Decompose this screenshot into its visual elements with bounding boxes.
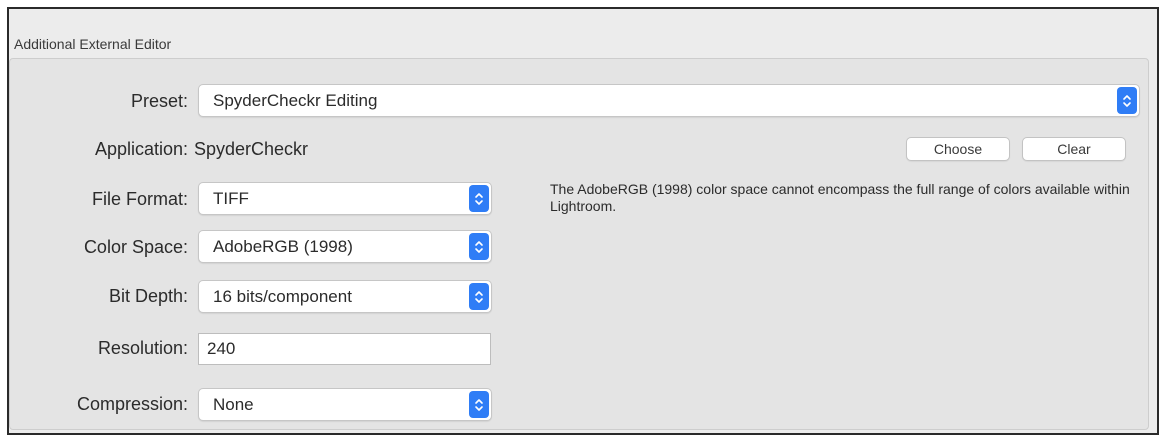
compression-label: Compression: bbox=[76, 394, 188, 414]
resolution-label: Resolution: bbox=[97, 338, 188, 358]
color-space-warning: The AdobeRGB (1998) color space cannot e… bbox=[550, 181, 1130, 214]
up-down-chevron-icon bbox=[469, 185, 489, 212]
choose-button[interactable]: Choose bbox=[906, 137, 1010, 161]
compression-value: None bbox=[213, 394, 254, 414]
up-down-chevron-icon bbox=[1117, 87, 1137, 114]
preset-value: SpyderCheckr Editing bbox=[213, 90, 378, 110]
group-title: Additional External Editor bbox=[14, 36, 172, 52]
bit-depth-popup[interactable]: 16 bits/component bbox=[198, 280, 492, 313]
color-space-popup[interactable]: AdobeRGB (1998) bbox=[198, 230, 492, 263]
application-value: SpyderCheckr bbox=[194, 139, 309, 159]
application-label: Application: bbox=[94, 139, 188, 159]
up-down-chevron-icon bbox=[469, 283, 489, 310]
resolution-field[interactable] bbox=[198, 333, 491, 365]
color-space-value: AdobeRGB (1998) bbox=[213, 236, 353, 256]
color-space-label: Color Space: bbox=[83, 237, 188, 257]
file-format-label: File Format: bbox=[91, 189, 188, 209]
compression-popup[interactable]: None bbox=[198, 388, 492, 421]
preset-label: Preset: bbox=[130, 91, 188, 111]
file-format-value: TIFF bbox=[213, 188, 249, 208]
file-format-popup[interactable]: TIFF bbox=[198, 182, 492, 215]
preset-popup[interactable]: SpyderCheckr Editing bbox=[198, 84, 1140, 117]
resolution-input[interactable] bbox=[199, 334, 490, 364]
up-down-chevron-icon bbox=[469, 233, 489, 260]
clear-button[interactable]: Clear bbox=[1022, 137, 1126, 161]
bit-depth-label: Bit Depth: bbox=[108, 286, 188, 306]
up-down-chevron-icon bbox=[469, 391, 489, 418]
bit-depth-value: 16 bits/component bbox=[213, 286, 352, 306]
